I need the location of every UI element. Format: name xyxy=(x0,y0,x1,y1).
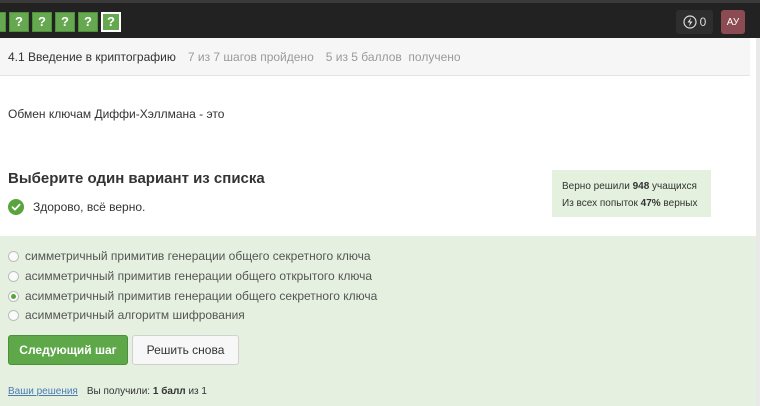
step-progress: ? ? ? ? ? xyxy=(0,12,124,34)
step-tile[interactable] xyxy=(0,12,6,32)
stats-solved-prefix: Верно решили xyxy=(562,181,633,192)
answer-option-label: асимметричный алгоритм шифрования xyxy=(25,308,245,322)
score-value: 1 балл xyxy=(152,386,186,397)
score-text: Вы получили: 1 балл из 1 xyxy=(87,386,207,397)
answer-option[interactable]: асимметричный алгоритм шифрования xyxy=(8,308,245,322)
points-button[interactable]: 0 xyxy=(676,10,713,34)
lesson-progress: 7 из 7 шагов пройдено xyxy=(187,49,314,64)
stats-solved: Верно решили 948 учащихся xyxy=(562,178,701,195)
radio-button[interactable] xyxy=(8,270,19,282)
your-solutions-link[interactable]: Ваши решения xyxy=(8,386,78,397)
step-tile[interactable]: ? xyxy=(32,12,52,32)
radio-button[interactable] xyxy=(8,309,19,321)
stats-attempts-percent: 47% xyxy=(640,198,661,209)
answer-option-selected[interactable]: асимметричный примитив генерации общего … xyxy=(8,289,377,303)
scrollbar[interactable] xyxy=(756,38,760,406)
answer-option[interactable]: асимметричный примитив генерации общего … xyxy=(8,269,372,283)
check-icon xyxy=(8,199,24,215)
answer-option-label: асимметричный примитив генерации общего … xyxy=(25,289,378,303)
feedback-message: Здорово, всё верно. xyxy=(8,199,145,215)
answer-option-label: асимметричный примитив генерации общего … xyxy=(25,269,373,283)
feedback-text: Здорово, всё верно. xyxy=(33,200,146,214)
quiz-title: Выберите один вариант из списка xyxy=(8,170,265,187)
points-count: 0 xyxy=(699,15,707,29)
stats-panel: Верно решили 948 учащихся Из всех попыто… xyxy=(552,170,711,217)
stats-attempts: Из всех попыток 47% верных xyxy=(562,195,701,212)
lightning-icon xyxy=(683,15,697,29)
score-suffix: из 1 xyxy=(185,386,207,397)
top-navigation-bar: ? ? ? ? ? 0 АУ xyxy=(0,0,760,38)
user-avatar[interactable]: АУ xyxy=(721,10,745,34)
retry-button[interactable]: Решить снова xyxy=(132,335,239,365)
stats-solved-count: 948 xyxy=(632,181,650,192)
stats-attempts-prefix: Из всех попыток xyxy=(562,198,641,209)
score-prefix: Вы получили: xyxy=(86,386,153,397)
lesson-info-bar: 4.1 Введение в криптографию 7 из 7 шагов… xyxy=(0,38,750,76)
stats-attempts-suffix: верных xyxy=(660,198,698,209)
answer-option[interactable]: симметричный примитив генерации общего с… xyxy=(8,249,371,263)
step-tile[interactable]: ? xyxy=(78,12,98,32)
step-tile-current[interactable]: ? xyxy=(101,12,121,32)
radio-button[interactable] xyxy=(8,250,19,262)
next-step-button[interactable]: Следующий шаг xyxy=(8,335,128,365)
step-tile[interactable]: ? xyxy=(55,12,75,32)
answer-option-label: симметричный примитив генерации общего с… xyxy=(25,249,371,263)
lesson-score: 5 из 5 баллов получено xyxy=(325,49,461,64)
result-footer: Ваши решения Вы получили: 1 балл из 1 xyxy=(8,386,207,397)
step-tile[interactable]: ? xyxy=(9,12,29,32)
stats-solved-suffix: учащихся xyxy=(649,181,697,192)
lesson-title[interactable]: 4.1 Введение в криптографию xyxy=(8,50,176,64)
question-text: Обмен ключам Диффи-Хэллмана - это xyxy=(8,107,225,121)
radio-button-checked[interactable] xyxy=(8,290,19,302)
